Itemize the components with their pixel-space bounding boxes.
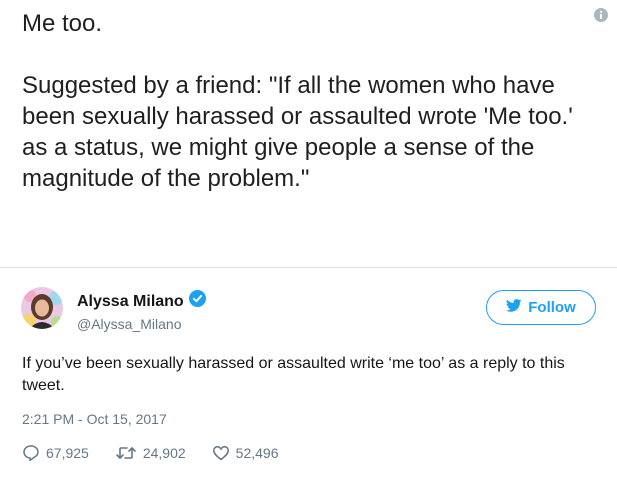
reply-icon [22,444,40,462]
info-icon[interactable] [594,8,608,22]
avatar[interactable] [21,287,63,329]
twitter-bird-icon [506,299,522,316]
tweet-text: If you’ve been sexually harassed or assa… [22,355,565,394]
reply-count: 67,925 [46,445,89,461]
quote-block: Me too. Suggested by a friend: "If all t… [22,8,592,194]
quote-line-me-too: Me too. [22,10,103,37]
author-handle[interactable]: @Alyssa_Milano [77,315,206,333]
retweet-action[interactable]: 24,902 [115,444,186,462]
reply-action[interactable]: 67,925 [22,444,89,462]
like-action[interactable]: 52,496 [212,444,279,462]
like-count: 52,496 [235,445,279,461]
author-name[interactable]: Alyssa Milano [77,292,184,312]
like-icon [212,444,230,462]
quote-paragraph: Suggested by a friend: "If all the women… [22,72,573,192]
retweet-icon [115,444,137,462]
verified-badge-icon [188,290,206,313]
follow-label: Follow [528,299,576,316]
follow-button[interactable]: Follow [486,290,596,325]
divider [0,267,617,268]
tweet-timestamp[interactable]: 2:21 PM - Oct 15, 2017 [22,410,167,428]
author-info: Alyssa Milano @Alyssa_Milano [77,290,206,333]
retweet-count: 24,902 [142,445,186,461]
action-bar: 67,925 24,902 52,496 [22,444,304,462]
